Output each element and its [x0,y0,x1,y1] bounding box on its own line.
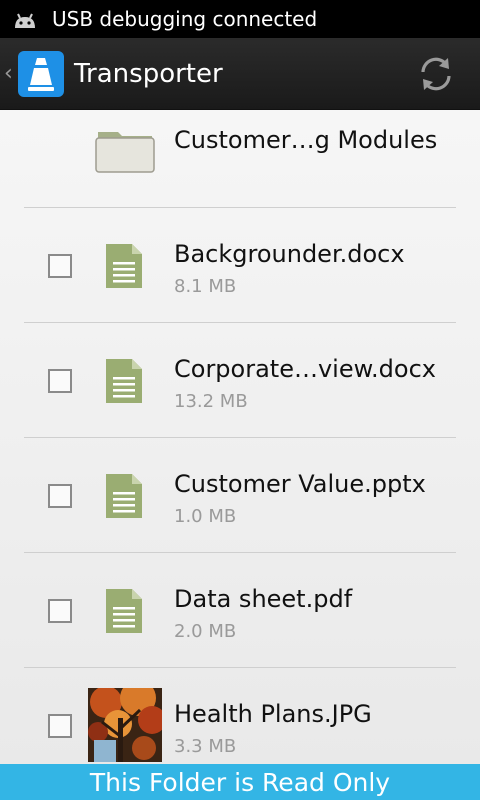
document-icon [106,359,142,403]
list-item-file[interactable]: Data sheet.pdf 2.0 MB [0,553,480,668]
image-thumbnail [88,688,162,762]
select-checkbox[interactable] [48,369,72,393]
file-size: 3.3 MB [174,736,237,757]
select-checkbox[interactable] [48,484,72,508]
file-name: Customer Value.pptx [174,470,426,498]
file-name: Health Plans.JPG [174,700,372,728]
refresh-button[interactable] [414,52,458,96]
file-name: Backgrounder.docx [174,240,405,268]
read-only-message: This Folder is Read Only [89,767,391,797]
select-checkbox[interactable] [48,714,72,738]
list-item-file[interactable]: Backgrounder.docx 8.1 MB [0,208,480,323]
android-icon [15,13,35,28]
file-size: 1.0 MB [174,506,237,527]
action-bar: ‹ Transporter [0,38,480,110]
list-item-folder[interactable]: Customer…g Modules [0,110,480,208]
file-list[interactable]: Customer…g Modules Backgrounder.docx 8.1… [0,110,480,764]
list-item-file[interactable]: Customer Value.pptx 1.0 MB [0,438,480,553]
read-only-banner: This Folder is Read Only [0,764,480,800]
refresh-icon [421,57,451,91]
select-checkbox[interactable] [48,254,72,278]
document-icon [106,589,142,633]
folder-icon [95,132,155,173]
transporter-cone-icon[interactable] [18,50,64,97]
select-checkbox[interactable] [48,599,72,623]
file-size: 8.1 MB [174,276,237,297]
document-icon [106,474,142,518]
app-title: Transporter [74,58,223,89]
file-size: 2.0 MB [174,621,237,642]
file-size: 13.2 MB [174,391,248,412]
status-bar: USB debugging connected [0,0,480,38]
list-item-file[interactable]: Corporate…view.docx 13.2 MB [0,323,480,438]
file-name: Customer…g Modules [174,126,438,154]
usb-debugging-notification: USB debugging connected [52,7,318,31]
up-caret-icon[interactable]: ‹ [4,61,18,86]
list-item-file[interactable]: Health Plans.JPG 3.3 MB [0,668,480,764]
file-name: Data sheet.pdf [174,585,353,613]
document-icon [106,244,142,288]
file-name: Corporate…view.docx [174,355,436,383]
